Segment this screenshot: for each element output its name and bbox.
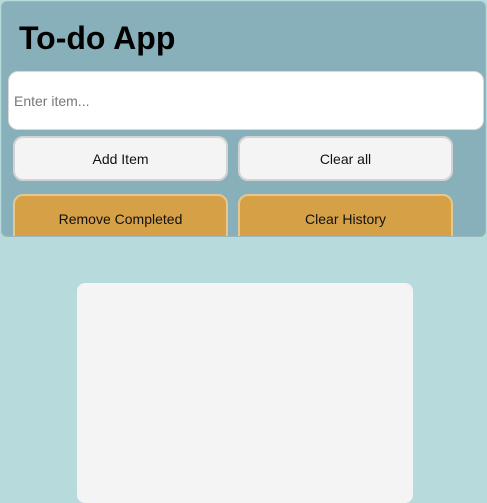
remove-completed-button[interactable]: Remove Completed <box>13 194 228 236</box>
clear-history-button[interactable]: Clear History <box>238 194 453 236</box>
clear-all-button[interactable]: Clear all <box>238 136 453 181</box>
item-input[interactable] <box>8 71 484 130</box>
app-title: To-do App <box>19 20 176 56</box>
add-item-button[interactable]: Add Item <box>13 136 228 181</box>
todo-list-card <box>77 283 413 503</box>
app-header-panel: To-do App Add Item Clear all Remove Comp… <box>1 1 486 237</box>
